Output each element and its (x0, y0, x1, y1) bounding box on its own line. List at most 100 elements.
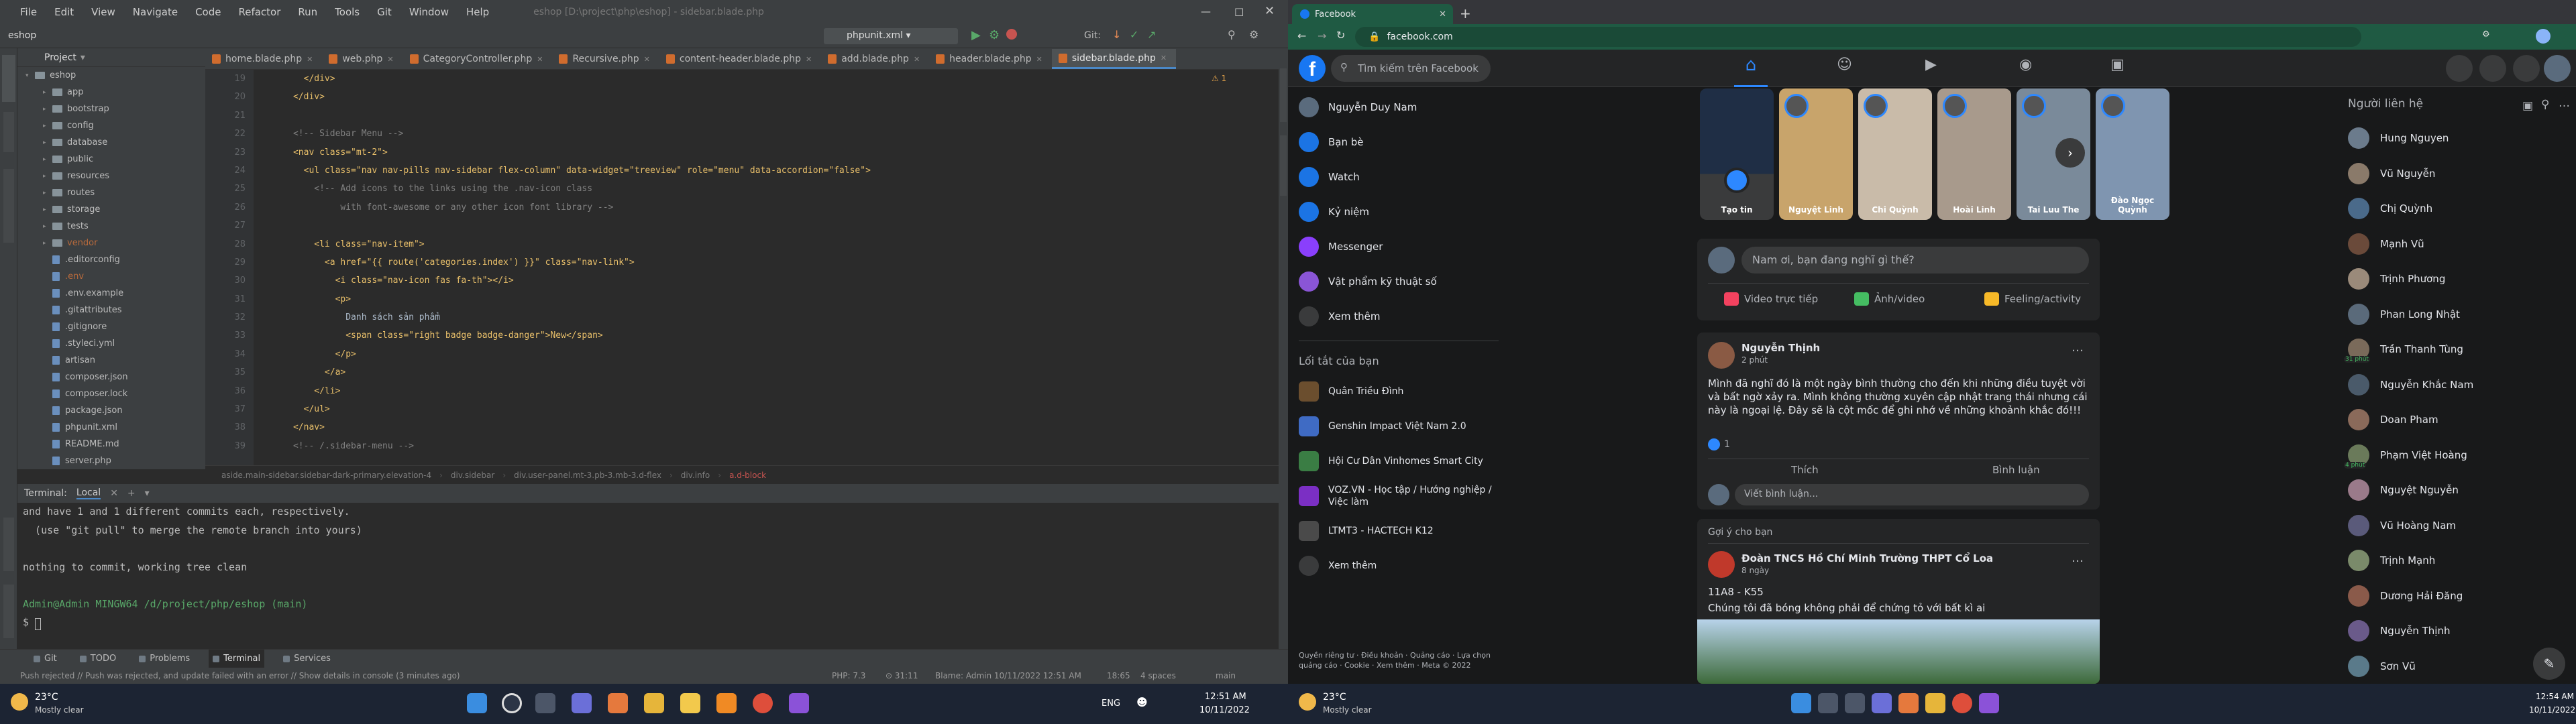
code-line[interactable]: Danh sách sản phẩm (254, 308, 1260, 326)
menu-tools[interactable]: Tools (335, 6, 360, 18)
page-avatar[interactable] (1708, 551, 1735, 578)
git-commit-icon[interactable]: ✓ (1130, 28, 1138, 41)
status-position[interactable]: ⊙ 31:11 (885, 671, 918, 680)
menu-grid-icon[interactable] (2446, 55, 2473, 82)
chevron-right-icon[interactable]: ▸ (43, 139, 52, 146)
extensions-icon[interactable]: ⚙ (2482, 29, 2490, 40)
tree-item[interactable]: ▸ database (17, 134, 205, 151)
contact-item[interactable]: Vũ Nguyễn (2328, 156, 2576, 192)
nav-home-icon[interactable]: ⌂ (1734, 55, 1768, 87)
run-config-select[interactable]: phpunit.xml ▾ (824, 28, 958, 44)
debug-icon[interactable]: ⚙ (989, 28, 1000, 42)
chevron-right-icon[interactable]: ▸ (43, 190, 52, 196)
menu-refactor[interactable]: Refactor (238, 6, 280, 18)
menu-edit[interactable]: Edit (54, 6, 74, 18)
close-icon[interactable]: ✕ (644, 55, 650, 64)
contact-item[interactable]: Trịnh Mạnh (2328, 543, 2576, 579)
weather-icon[interactable] (11, 693, 28, 711)
composer-input[interactable]: Nam ơi, bạn đang nghĩ gì thế? (1741, 247, 2089, 274)
story-card[interactable]: Nguyệt Linh (1779, 88, 1853, 220)
maximize-button[interactable]: □ (1234, 5, 1244, 17)
chevron-right-icon[interactable]: ▸ (43, 173, 52, 180)
breadcrumb-item[interactable]: a.d-block (729, 471, 766, 480)
add-terminal-icon[interactable]: + (127, 488, 136, 499)
tree-item[interactable]: .env.example (17, 285, 205, 302)
menu-file[interactable]: File (20, 6, 37, 18)
settings-icon[interactable]: ⚙ (1249, 28, 1258, 41)
project-name[interactable]: eshop (8, 30, 36, 41)
nav-gaming-icon[interactable]: ▣ (2110, 56, 2125, 73)
menu-run[interactable]: Run (298, 6, 317, 18)
tree-item[interactable]: .gitignore (17, 318, 205, 335)
code-editor[interactable]: </div> </div> <!-- Sidebar Menu --> <nav… (254, 70, 1260, 465)
sublime-icon[interactable] (716, 693, 737, 713)
menu-help[interactable]: Help (466, 6, 489, 18)
clock-date[interactable]: 10/11/2022 (2529, 705, 2575, 715)
taskview-icon[interactable] (1845, 693, 1865, 713)
explorer-icon[interactable] (644, 693, 664, 713)
weather-temp[interactable]: 23°C (1323, 692, 1346, 703)
search-icon[interactable] (502, 693, 522, 713)
nav-friends-icon[interactable]: ☺ (1837, 56, 1852, 73)
chevron-right-icon[interactable]: ▸ (43, 240, 52, 247)
status-message[interactable]: Push rejected // Push was rejected, and … (20, 671, 460, 680)
composer-avatar[interactable] (1708, 247, 1735, 274)
close-icon[interactable]: ✕ (110, 488, 118, 499)
status-indent[interactable]: 4 spaces (1140, 671, 1176, 680)
friends-link[interactable]: Bạn bè (1288, 125, 1509, 160)
contact-item[interactable]: Dương Hải Đăng (2328, 579, 2576, 614)
clock-date[interactable]: 10/11/2022 (1199, 705, 1250, 715)
project-tool-button[interactable] (2, 55, 15, 102)
clock-time[interactable]: 12:54 AM (2536, 692, 2574, 701)
code-line[interactable]: </p> (254, 345, 1260, 363)
menu-code[interactable]: Code (195, 6, 221, 18)
code-line[interactable]: <span class="right badge badge-danger">N… (254, 326, 1260, 345)
notifications-tool-button[interactable] (1280, 135, 1287, 196)
chevron-right-icon[interactable]: ▸ (43, 206, 52, 213)
tool-tab-git[interactable]: Git (30, 650, 61, 668)
commit-tool-button[interactable] (3, 112, 14, 152)
contact-item[interactable]: Mạnh Vũ (2328, 227, 2576, 262)
tool-tab-todo[interactable]: TODO (76, 650, 120, 668)
menu-navigate[interactable]: Navigate (133, 6, 178, 18)
contact-item[interactable]: Hung Nguyen (2328, 121, 2576, 156)
video-call-icon[interactable]: ▣ (2522, 99, 2533, 113)
like-count[interactable]: 1 (1708, 438, 1730, 450)
close-tab-icon[interactable]: ✕ (1439, 9, 1446, 19)
tree-item[interactable]: composer.json (17, 369, 205, 385)
tree-item[interactable]: README.md (17, 436, 205, 452)
tree-item[interactable]: ▸ app (17, 84, 205, 101)
terminal-cursor[interactable] (35, 618, 41, 630)
weather-temp[interactable]: 23°C (35, 692, 58, 703)
clock-time[interactable]: 12:51 AM (1205, 692, 1246, 702)
structure-tool-button[interactable] (3, 585, 14, 638)
tool-tab-problems[interactable]: Problems (135, 650, 194, 668)
contact-item[interactable]: Phạm Việt Hoàng 4 phút (2328, 438, 2576, 473)
chevron-right-icon[interactable]: ▾ (25, 72, 35, 79)
more-options-icon[interactable]: … (2072, 341, 2084, 355)
status-caret[interactable]: 18:65 (1107, 671, 1130, 680)
profile-avatar[interactable] (2536, 29, 2551, 44)
search-everywhere-icon[interactable]: ⚲ (1228, 28, 1236, 41)
nav-watch-icon[interactable]: ▶ (1925, 56, 1937, 73)
phpstorm-icon[interactable] (789, 693, 809, 713)
tree-item[interactable]: .styleci.yml (17, 335, 205, 352)
tree-item[interactable]: .env (17, 268, 205, 285)
tree-item[interactable]: ▸ public (17, 151, 205, 168)
post-author-avatar[interactable] (1708, 342, 1735, 369)
chrome-icon[interactable] (753, 693, 773, 713)
more-options-icon[interactable]: … (2072, 551, 2084, 565)
fb-search-input[interactable]: ⚲ Tìm kiếm trên Facebook (1331, 55, 1491, 82)
tree-item[interactable]: ▾ eshop (17, 67, 205, 84)
create-story-plus-icon[interactable] (1724, 168, 1750, 193)
code-line[interactable]: with font-awesome or any other icon font… (254, 198, 1260, 217)
code-line[interactable] (254, 217, 1260, 235)
phpstorm-icon[interactable] (1979, 693, 1999, 713)
breadcrumb-item[interactable]: div.info (681, 471, 710, 480)
breadcrumb-item[interactable]: div.sidebar (451, 471, 494, 480)
close-window-button[interactable]: ✕ (1265, 4, 1275, 18)
terminal-tab-local[interactable]: Local (76, 487, 101, 499)
new-message-icon[interactable]: ✎ (2533, 648, 2565, 680)
post-author[interactable]: Nguyễn Thịnh (1741, 342, 1820, 354)
story-card[interactable]: Hoài Linh (1937, 88, 2011, 220)
